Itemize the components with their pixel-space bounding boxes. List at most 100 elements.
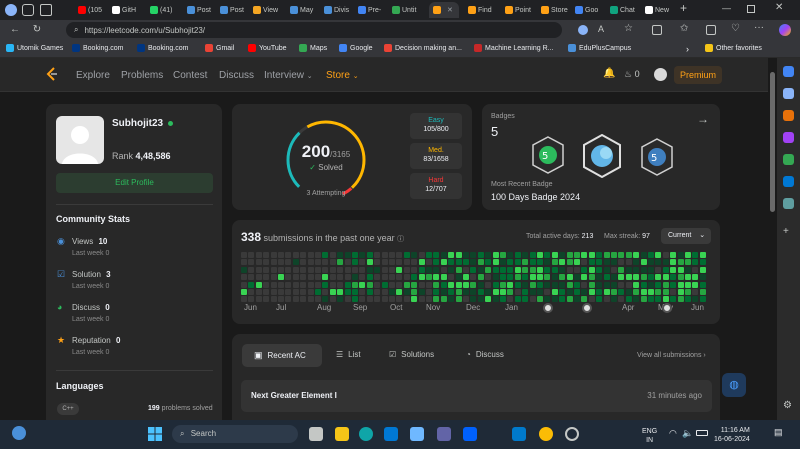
language-indicator[interactable]: ENG IN [642,427,657,445]
heatmap-cell[interactable] [403,274,410,281]
heatmap-cell[interactable] [374,281,381,288]
heatmap-cell[interactable] [685,296,691,303]
heatmap-cell[interactable] [241,296,247,303]
browser-tab[interactable]: Post [187,2,219,18]
heatmap-cell[interactable] [559,281,566,288]
bookmark-item[interactable]: Machine Learning R... [474,44,553,52]
heatmap-cell[interactable] [470,252,477,258]
bookmark-item[interactable]: Google [339,44,373,52]
tab-list[interactable]: ☰ List [336,350,361,359]
heatmap-cell[interactable] [374,266,381,273]
heatmap-cell[interactable] [551,252,558,258]
heatmap-cell[interactable] [278,252,284,258]
heatmap-cell[interactable] [463,296,469,303]
heatmap-cell[interactable] [618,281,625,288]
heatmap-cell[interactable] [588,289,595,295]
heatmap-cell[interactable] [685,252,691,258]
heatmap-cell[interactable] [300,252,307,258]
heatmap-cell[interactable] [685,274,691,281]
heatmap-cell[interactable] [263,274,270,281]
heatmap-cell[interactable] [285,289,292,295]
heatmap-cell[interactable] [692,289,699,295]
heatmap-cell[interactable] [648,259,654,266]
heatmap-cell[interactable] [285,259,292,266]
heatmap-cell[interactable] [596,259,603,266]
heatmap-cell[interactable] [633,252,640,258]
heatmap-cell[interactable] [263,259,270,266]
heatmap-cell[interactable] [344,259,351,266]
heatmap-cell[interactable] [389,274,395,281]
heatmap-cell[interactable] [574,289,580,295]
heatmap-cell[interactable] [374,274,381,281]
heatmap-cell[interactable] [366,274,373,281]
browser-tab[interactable]: Point [505,2,537,18]
task-view-icon[interactable] [309,427,323,441]
heatmap-cell[interactable] [574,252,580,258]
heatmap-cell[interactable] [500,266,506,273]
heatmap-cell[interactable] [581,289,588,295]
heatmap-cell[interactable] [544,252,551,258]
heatmap-cell[interactable] [455,259,462,266]
heatmap-cell[interactable] [574,259,580,266]
heatmap-cell[interactable] [492,281,499,288]
heatmap-cell[interactable] [544,266,551,273]
heatmap-cell[interactable] [248,252,255,258]
search-sidebar-icon[interactable] [783,66,794,77]
heatmap-cell[interactable] [270,281,277,288]
heatmap-cell[interactable] [699,281,706,288]
heatmap-cell[interactable] [618,266,625,273]
heatmap-cell[interactable] [588,252,595,258]
browser-tab[interactable]: GitH [112,2,144,18]
heatmap-cell[interactable] [500,281,506,288]
favorites-icon[interactable]: ✩ [680,23,688,34]
bookmark-item[interactable]: Gmail [205,44,234,52]
reload-icon[interactable]: ↻ [30,23,44,37]
heatmap-cell[interactable] [500,252,506,258]
heatmap-cell[interactable] [514,259,521,266]
heatmap-cell[interactable] [603,289,610,295]
list-item[interactable]: Next Greater Element I 31 minutes ago [241,380,712,412]
heatmap-cell[interactable] [263,289,270,295]
heatmap-cell[interactable] [566,266,573,273]
address-bar[interactable]: ⌕ https://leetcode.com/u/Subhojit23/ [66,22,562,38]
heatmap-cell[interactable] [648,274,654,281]
heatmap-cell[interactable] [618,296,625,303]
heatmap-cell[interactable] [500,274,506,281]
heatmap-cell[interactable] [241,281,247,288]
heatmap-cell[interactable] [418,289,425,295]
heatmap-cell[interactable] [433,274,440,281]
heatmap-cell[interactable] [522,259,529,266]
heatmap-cell[interactable] [307,281,314,288]
heatmap-cell[interactable] [596,274,603,281]
heatmap-cell[interactable] [440,252,447,258]
heatmap-cell[interactable] [588,259,595,266]
heatmap-cell[interactable] [699,259,706,266]
heatmap-cell[interactable] [677,281,684,288]
heatmap-cell[interactable] [285,266,292,273]
nav-contest[interactable]: Contest [173,70,207,81]
heatmap-cell[interactable] [463,281,469,288]
heatmap-cell[interactable] [596,252,603,258]
heatmap-cell[interactable] [455,289,462,295]
heatmap-cell[interactable] [448,281,455,288]
heatmap-cell[interactable] [344,289,351,295]
heatmap-cell[interactable] [603,296,610,303]
heatmap-cell[interactable] [307,259,314,266]
heatmap-cell[interactable] [685,281,691,288]
heatmap-cell[interactable] [633,296,640,303]
heatmap-cell[interactable] [529,274,536,281]
new-tab-button[interactable]: + [680,1,687,15]
heatmap-cell[interactable] [529,281,536,288]
heatmap-cell[interactable] [366,252,373,258]
heatmap-cell[interactable] [300,274,307,281]
taskbar-clock[interactable]: 11:16 AM 16-06-2024 [714,426,750,444]
heatmap-cell[interactable] [411,289,418,295]
heatmap-cell[interactable] [411,252,418,258]
browser-tab[interactable]: May [290,2,322,18]
heatmap-cell[interactable] [514,296,521,303]
heatmap-cell[interactable] [662,266,669,273]
heatmap-cell[interactable] [670,289,677,295]
heatmap-cell[interactable] [470,259,477,266]
heatmap-cell[interactable] [455,281,462,288]
heatmap-cell[interactable] [596,296,603,303]
